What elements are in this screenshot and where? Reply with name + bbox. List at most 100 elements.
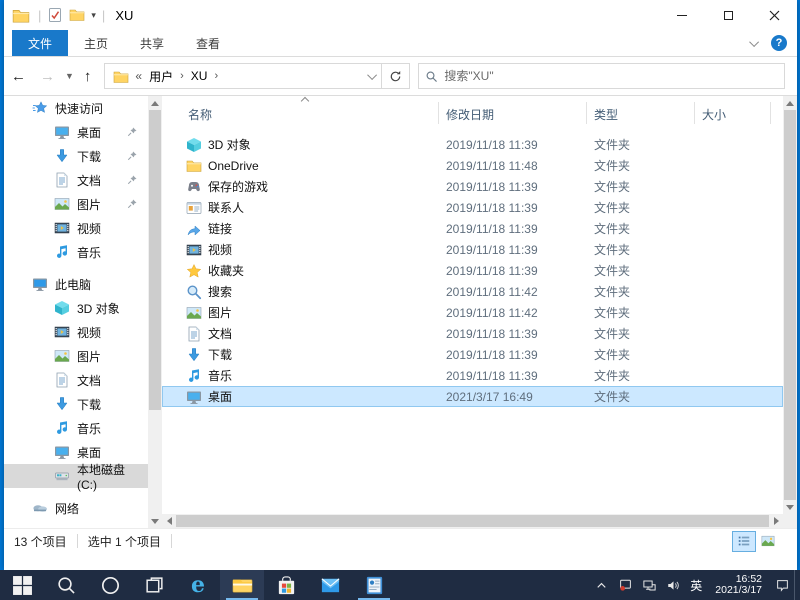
sidebar-group-this-pc[interactable]: 此电脑	[4, 272, 148, 296]
sidebar-item-video[interactable]: 视频	[4, 320, 148, 344]
taskbar-mail-icon[interactable]	[308, 570, 352, 600]
sidebar-item-download[interactable]: 下载	[4, 144, 148, 168]
properties-icon[interactable]	[47, 7, 63, 23]
breadcrumb[interactable]: « 用户 › XU ›	[104, 63, 382, 89]
qat-customize-dropdown-icon[interactable]: ▾	[91, 12, 96, 18]
address-dropdown-icon[interactable]	[368, 70, 378, 80]
thumbnail-view-button[interactable]	[757, 532, 779, 551]
file-row[interactable]: 保存的游戏2019/11/18 11:39文件夹	[162, 176, 783, 197]
scroll-down-icon[interactable]	[148, 514, 162, 528]
scroll-right-icon[interactable]	[769, 514, 783, 528]
input-method-indicator[interactable]: 英	[685, 577, 707, 594]
forward-button[interactable]: →	[33, 68, 62, 85]
file-date: 2021/3/17 16:49	[446, 390, 533, 404]
expand-ribbon-icon[interactable]	[749, 37, 759, 47]
sidebar-item-desktop[interactable]: 桌面	[4, 120, 148, 144]
tab-view[interactable]: 查看	[180, 30, 236, 56]
file-name: 收藏夹	[208, 262, 244, 279]
sidebar-item-download[interactable]: 下载	[4, 392, 148, 416]
sidebar-item-document[interactable]: 文档	[4, 168, 148, 192]
main-area: 快速访问桌面下载文档图片视频音乐此电脑3D 对象视频图片文档下载音乐桌面本地磁盘…	[4, 96, 797, 528]
sidebar-item-drive[interactable]: 本地磁盘 (C:)	[4, 464, 148, 488]
taskbar-file-explorer-icon[interactable]	[220, 570, 264, 600]
file-row[interactable]: 收藏夹2019/11/18 11:39文件夹	[162, 260, 783, 281]
scroll-up-icon[interactable]	[148, 96, 162, 110]
column-header-name[interactable]: 名称	[188, 106, 212, 123]
scroll-down-icon[interactable]	[783, 500, 797, 514]
refresh-button[interactable]	[382, 63, 410, 89]
taskbar-app-window-icon[interactable]	[352, 570, 396, 600]
file-name: 保存的游戏	[208, 178, 268, 195]
search-box[interactable]	[418, 63, 785, 89]
sidebar-item-cube[interactable]: 3D 对象	[4, 296, 148, 320]
sidebar-item-document[interactable]: 文档	[4, 368, 148, 392]
taskbar-task-view-icon[interactable]	[132, 570, 176, 600]
sidebar-item-music[interactable]: 音乐	[4, 416, 148, 440]
up-button[interactable]: ↑	[77, 68, 99, 85]
action-center-icon[interactable]	[770, 570, 794, 600]
sidebar-item-picture[interactable]: 图片	[4, 344, 148, 368]
sidebar-group-network[interactable]: 网络	[4, 496, 148, 520]
help-icon[interactable]: ?	[771, 35, 787, 51]
file-row[interactable]: OneDrive2019/11/18 11:48文件夹	[162, 155, 783, 176]
network-icon[interactable]	[637, 570, 661, 600]
sidebar-item-picture[interactable]: 图片	[4, 192, 148, 216]
breadcrumb-separator[interactable]: ›	[178, 70, 186, 82]
sidebar-item-music[interactable]: 音乐	[4, 240, 148, 264]
details-view-button[interactable]	[733, 532, 755, 551]
column-header-date[interactable]: 修改日期	[446, 106, 494, 123]
list-scrollbar[interactable]	[783, 96, 797, 514]
tab-share[interactable]: 共享	[124, 30, 180, 56]
sort-ascending-icon	[301, 97, 309, 105]
cube-icon	[186, 137, 202, 153]
file-row[interactable]: 链接2019/11/18 11:39文件夹	[162, 218, 783, 239]
sidebar-scrollbar[interactable]	[148, 96, 162, 528]
desktop-icon	[186, 389, 202, 405]
tab-home[interactable]: 主页	[68, 30, 124, 56]
sidebar-group-quick-access[interactable]: 快速访问	[4, 96, 148, 120]
file-row[interactable]: 3D 对象2019/11/18 11:39文件夹	[162, 134, 783, 155]
search-input[interactable]	[444, 69, 778, 83]
sidebar-item-video[interactable]: 视频	[4, 216, 148, 240]
notification-alert-icon[interactable]	[613, 570, 637, 600]
file-row[interactable]: 联系人2019/11/18 11:39文件夹	[162, 197, 783, 218]
breadcrumb-overflow[interactable]: «	[133, 69, 144, 83]
volume-icon[interactable]	[661, 570, 685, 600]
file-row[interactable]: 音乐2019/11/18 11:39文件夹	[162, 365, 783, 386]
file-row[interactable]: 文档2019/11/18 11:39文件夹	[162, 323, 783, 344]
maximize-button[interactable]	[705, 0, 751, 30]
scroll-left-icon[interactable]	[162, 514, 176, 528]
close-button[interactable]	[751, 0, 797, 30]
back-button[interactable]: ←	[4, 68, 33, 85]
file-row[interactable]: 视频2019/11/18 11:39文件夹	[162, 239, 783, 260]
sidebar-scrollbar-thumb[interactable]	[149, 110, 161, 410]
file-row[interactable]: 桌面2021/3/17 16:49文件夹	[162, 386, 783, 407]
horizontal-scrollbar[interactable]	[162, 514, 783, 528]
video-icon	[54, 324, 70, 340]
breadcrumb-separator[interactable]: ›	[212, 70, 220, 82]
file-row[interactable]: 搜索2019/11/18 11:42文件夹	[162, 281, 783, 302]
column-header-type[interactable]: 类型	[594, 106, 618, 123]
taskbar-clock[interactable]: 16:52 2021/3/17	[707, 574, 770, 596]
taskbar-edge-icon[interactable]: e	[176, 570, 220, 600]
file-row[interactable]: 下载2019/11/18 11:39文件夹	[162, 344, 783, 365]
window-title: XU	[115, 8, 133, 23]
recent-locations-icon[interactable]: ▼	[62, 71, 77, 81]
taskbar-start-icon[interactable]	[0, 570, 44, 600]
breadcrumb-item-users[interactable]: 用户	[144, 68, 178, 85]
breadcrumb-item-xu[interactable]: XU	[186, 69, 213, 83]
new-folder-icon[interactable]	[69, 7, 85, 23]
show-desktop-button[interactable]	[794, 570, 800, 600]
tab-file[interactable]: 文件	[12, 30, 68, 56]
list-scrollbar-thumb[interactable]	[784, 110, 796, 500]
file-row[interactable]: 图片2019/11/18 11:42文件夹	[162, 302, 783, 323]
horizontal-scrollbar-thumb[interactable]	[176, 515, 769, 527]
taskbar-store-icon[interactable]	[264, 570, 308, 600]
column-header-size[interactable]: 大小	[702, 106, 726, 123]
file-date: 2019/11/18 11:39	[446, 264, 538, 278]
taskbar-cortana-icon[interactable]	[88, 570, 132, 600]
minimize-button[interactable]	[659, 0, 705, 30]
taskbar-task-search-icon[interactable]	[44, 570, 88, 600]
scroll-up-icon[interactable]	[783, 96, 797, 110]
hidden-icons-chevron-icon[interactable]	[589, 570, 613, 600]
